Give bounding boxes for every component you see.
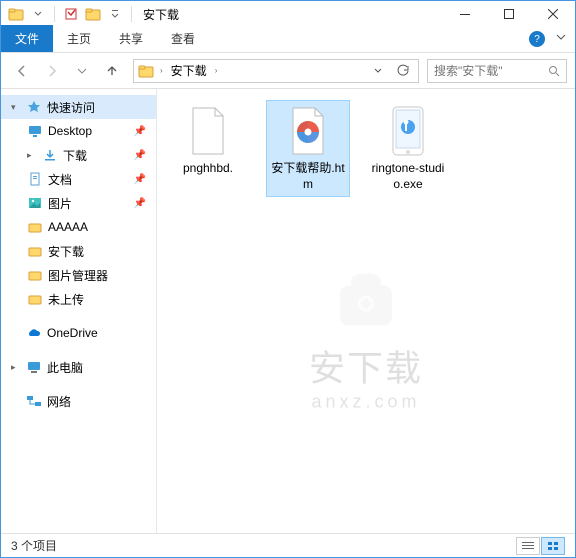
tab-home[interactable]: 主页 — [53, 25, 105, 52]
sidebar-item-downloads[interactable]: ▸ 下载 📌 — [1, 143, 156, 167]
chevron-down-icon[interactable]: ▾ — [11, 102, 21, 113]
desktop-icon — [27, 123, 43, 139]
sidebar-item-aaaaa[interactable]: AAAAA — [1, 215, 156, 239]
qat-overflow-icon[interactable] — [106, 5, 124, 23]
ribbon-tabs: 文件 主页 共享 查看 ? — [1, 27, 575, 53]
title-bar: 安下载 — [1, 1, 575, 27]
close-button[interactable] — [531, 1, 575, 27]
search-box[interactable] — [427, 59, 567, 83]
nav-back-button[interactable] — [9, 58, 35, 84]
chevron-right-icon[interactable]: ▸ — [27, 150, 37, 161]
file-generic-icon — [184, 105, 232, 157]
pin-icon: 📌 — [134, 126, 146, 137]
star-icon — [26, 99, 42, 115]
sidebar-thispc[interactable]: ▸ 此电脑 — [1, 355, 156, 379]
navigation-pane: ▾ 快速访问 Desktop 📌 ▸ 下载 📌 文档 📌 图片 📌 AAAA — [1, 89, 157, 533]
chevron-right-icon[interactable]: ▸ — [11, 362, 21, 373]
folder-icon — [7, 5, 25, 23]
file-exe-icon — [384, 105, 432, 157]
pin-icon: 📌 — [134, 150, 146, 161]
folder-icon — [138, 63, 154, 79]
sidebar-item-anxiazai[interactable]: 安下载 — [1, 239, 156, 263]
folder-icon — [27, 219, 43, 235]
folder-icon — [84, 5, 102, 23]
nav-up-button[interactable] — [99, 58, 125, 84]
file-item[interactable]: ringtone-studio.exe — [367, 101, 449, 196]
refresh-icon[interactable] — [392, 64, 414, 78]
sidebar-item-desktop[interactable]: Desktop 📌 — [1, 119, 156, 143]
pin-icon: 📌 — [134, 174, 146, 185]
address-bar[interactable]: › 安下载 › — [133, 59, 419, 83]
sidebar-network[interactable]: ▸ 网络 — [1, 389, 156, 413]
pin-icon: 📌 — [134, 198, 146, 209]
view-details-button[interactable] — [516, 537, 540, 555]
maximize-button[interactable] — [487, 1, 531, 27]
file-item[interactable]: pnghhbd. — [167, 101, 249, 181]
view-icons-button[interactable] — [541, 537, 565, 555]
document-icon — [27, 171, 43, 187]
cloud-icon — [26, 325, 42, 341]
nav-bar: › 安下载 › — [1, 53, 575, 89]
folder-icon — [27, 243, 43, 259]
folder-icon — [27, 267, 43, 283]
sidebar-item-pictures[interactable]: 图片 📌 — [1, 191, 156, 215]
chevron-right-icon[interactable]: › — [215, 66, 218, 75]
search-icon[interactable] — [548, 65, 560, 77]
computer-icon — [26, 359, 42, 375]
minimize-button[interactable] — [443, 1, 487, 27]
nav-recent-button[interactable] — [69, 58, 95, 84]
tab-view[interactable]: 查看 — [157, 25, 209, 52]
status-bar: 3 个项目 — [1, 533, 575, 557]
sidebar-item-documents[interactable]: 文档 📌 — [1, 167, 156, 191]
qat-dropdown-icon[interactable] — [29, 5, 47, 23]
address-dropdown-icon[interactable] — [370, 67, 386, 75]
sidebar-quick-access[interactable]: ▾ 快速访问 — [1, 95, 156, 119]
search-input[interactable] — [434, 64, 548, 78]
nav-forward-button[interactable] — [39, 58, 65, 84]
network-icon — [26, 393, 42, 409]
tab-file[interactable]: 文件 — [1, 25, 53, 52]
help-icon[interactable]: ? — [529, 31, 545, 47]
tab-share[interactable]: 共享 — [105, 25, 157, 52]
folder-icon — [27, 291, 43, 307]
pictures-icon — [27, 195, 43, 211]
sidebar-onedrive[interactable]: ▸ OneDrive — [1, 321, 156, 345]
download-icon — [42, 147, 58, 163]
sidebar-item-picmgr[interactable]: 图片管理器 — [1, 263, 156, 287]
sidebar-item-notuploaded[interactable]: 未上传 — [1, 287, 156, 311]
file-html-icon — [284, 105, 332, 157]
chevron-right-icon[interactable]: › — [160, 66, 163, 75]
watermark: 安下载 anxz.com — [309, 263, 423, 412]
file-pane[interactable]: pnghhbd. 安下载帮助.htm — [157, 89, 575, 533]
properties-icon[interactable] — [62, 5, 80, 23]
status-item-count: 3 个项目 — [11, 537, 57, 554]
file-item[interactable]: 安下载帮助.htm — [267, 101, 349, 196]
ribbon-expand-icon[interactable] — [555, 31, 567, 43]
breadcrumb-segment[interactable]: 安下载 — [169, 62, 209, 79]
window-title: 安下载 — [135, 6, 443, 23]
